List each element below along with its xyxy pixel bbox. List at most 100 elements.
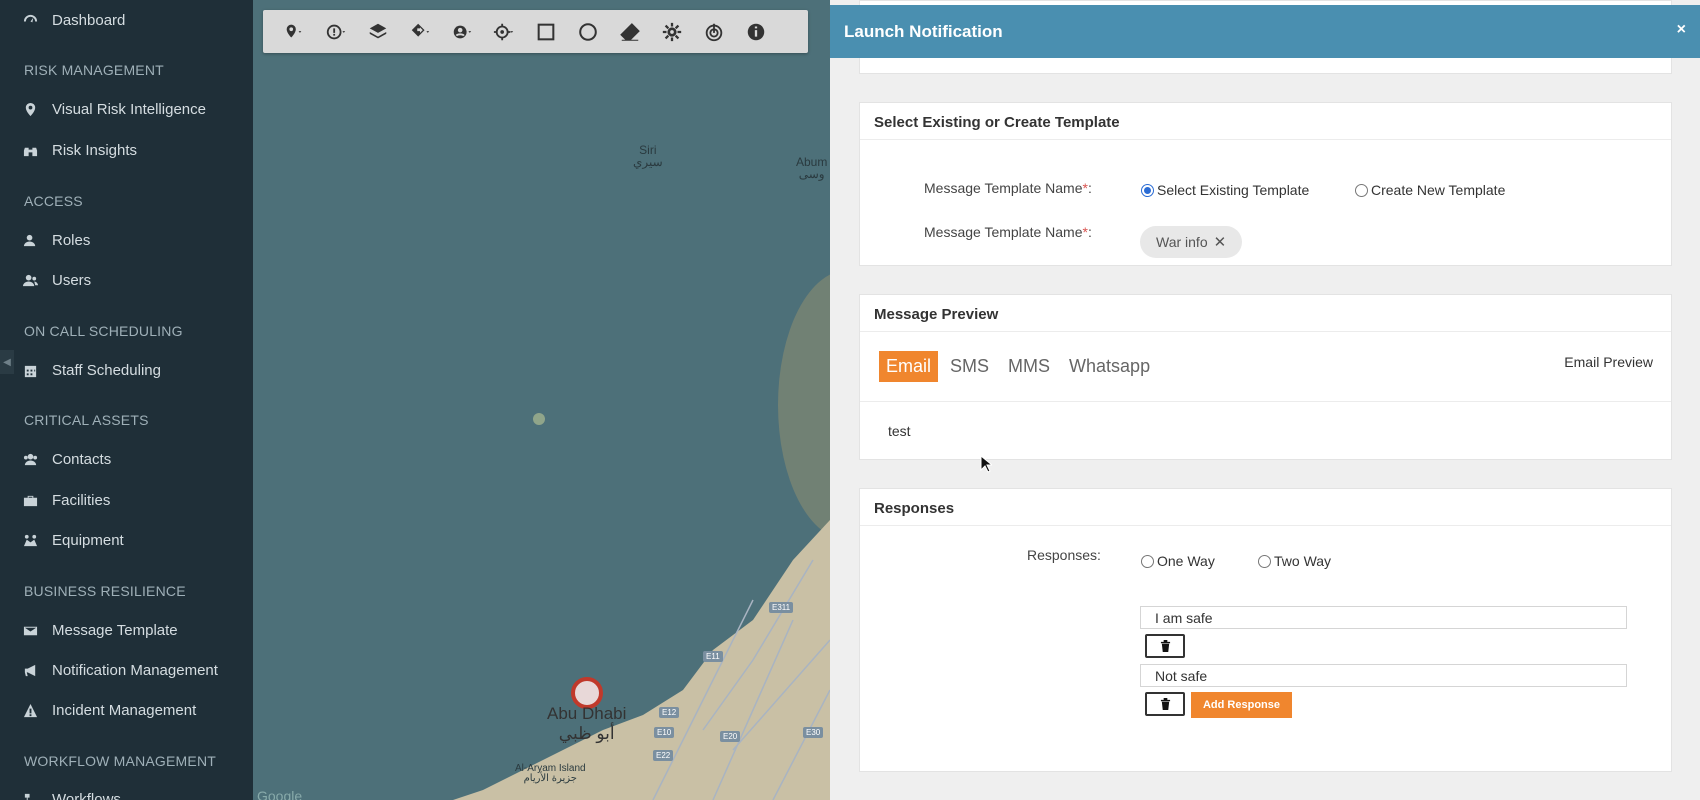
sidebar-item-staff-scheduling[interactable]: Staff Scheduling (22, 362, 161, 379)
eraser-icon (620, 22, 640, 41)
coastline (453, 520, 830, 800)
users-icon (22, 273, 38, 289)
modal-header: Launch Notification × (830, 5, 1700, 58)
sidebar-item-equipment[interactable]: Equipment (22, 532, 124, 549)
sidebar-item-facilities[interactable]: Facilities (22, 492, 110, 509)
marker-tool-button[interactable] (273, 10, 315, 53)
selected-template-chip[interactable]: War info ✕ (1140, 226, 1243, 258)
binoculars-icon (22, 143, 38, 159)
sidebar-item-label: Incident Management (52, 702, 197, 719)
bullhorn-icon (22, 663, 38, 679)
road-badge: E10 (654, 727, 675, 738)
sidebar-item-incident-management[interactable]: Incident Management (22, 702, 196, 719)
panel-heading: Message Preview (860, 295, 1671, 332)
tab-whatsapp[interactable]: Whatsapp (1062, 351, 1157, 382)
remove-chip-icon[interactable]: ✕ (1214, 233, 1227, 251)
alert-tool-button[interactable] (315, 10, 357, 53)
radar-button[interactable] (693, 10, 735, 53)
sidebar-item-notification-management[interactable]: Notification Management (22, 662, 218, 679)
create-new-template-radio[interactable]: Create New Template (1355, 182, 1505, 198)
email-preview-link[interactable]: Email Preview (1564, 354, 1653, 370)
preview-body: test (860, 401, 1671, 460)
tab-email[interactable]: Email (879, 351, 939, 382)
briefcase-icon (22, 493, 38, 509)
envelope-icon (22, 623, 38, 639)
mouse-cursor-icon (980, 455, 992, 473)
template-name-label: Message Template Name*: (924, 180, 1092, 196)
sidebar-item-roles[interactable]: Roles (22, 232, 90, 249)
draw-rectangle-button[interactable] (525, 10, 567, 53)
tab-mms[interactable]: MMS (1001, 351, 1057, 382)
sidebar-item-workflows[interactable]: Workflows (22, 791, 121, 800)
chevron-left-icon: ◀ (3, 356, 11, 368)
equipment-icon (22, 533, 38, 549)
layers-button[interactable] (357, 10, 399, 53)
launch-notification-modal: Launch Notification × Select Existing or… (830, 0, 1700, 800)
sidebar-item-label: Roles (52, 232, 91, 249)
sidebar-collapse-handle[interactable]: ◀ (0, 350, 14, 374)
sidebar-item-label: Dashboard (52, 12, 126, 29)
radio-unselected-icon (1258, 554, 1271, 568)
sidebar-item-label: Risk Insights (52, 142, 138, 159)
trash-icon (1160, 698, 1170, 710)
contacts-icon (22, 452, 38, 468)
sidebar-item-visual-risk-intelligence[interactable]: Visual Risk Intelligence (22, 101, 206, 118)
responses-label: Responses: (1027, 547, 1101, 563)
sidebar-item-label: Equipment (52, 532, 124, 549)
two-way-radio[interactable]: Two Way (1258, 553, 1331, 569)
person-tool-button[interactable] (441, 10, 483, 53)
close-icon[interactable]: × (1677, 21, 1686, 39)
road-badge: E311 (769, 602, 794, 613)
sidebar-item-users[interactable]: Users (22, 272, 91, 289)
directions-dropdown-icon (411, 23, 430, 37)
map-dot (533, 413, 545, 425)
draw-circle-button[interactable] (567, 10, 609, 53)
response-input[interactable] (1140, 606, 1627, 629)
responses-panel: Responses Responses: One Way Two Way Add… (859, 488, 1672, 772)
delete-response-button[interactable] (1145, 634, 1185, 658)
layers-icon (369, 23, 387, 38)
sidebar-item-label: Message Template (52, 622, 178, 639)
sidebar-section-title: CRITICAL ASSETS (24, 412, 149, 428)
panel-heading: Responses (860, 489, 1671, 526)
sidebar-item-label: Visual Risk Intelligence (52, 101, 206, 118)
sidebar-item-contacts[interactable]: Contacts (22, 451, 111, 468)
sidebar-item-label: Workflows (52, 791, 121, 800)
gear-icon (662, 22, 682, 41)
sidebar-section-title: ON CALL SCHEDULING (24, 323, 183, 339)
sidebar-item-dashboard[interactable]: Dashboard (22, 12, 125, 29)
tab-sms[interactable]: SMS (943, 351, 996, 382)
sidebar-section-title: ACCESS (24, 193, 83, 209)
map-label-abu-dhabi: Abu Dhabi أبو ظبي (547, 704, 627, 743)
sidebar-item-message-template[interactable]: Message Template (22, 622, 178, 639)
warning-icon (22, 703, 38, 719)
add-response-button[interactable]: Add Response (1191, 692, 1292, 718)
map-view[interactable]: E311 E11 E10 E22 E20 E30 E12 Siri سيري Ab… (253, 0, 830, 800)
template-panel: Select Existing or Create Template Messa… (859, 102, 1672, 266)
info-icon (747, 23, 765, 40)
map-marker-dropdown-icon (286, 24, 302, 37)
modal-title: Launch Notification (844, 22, 1003, 41)
circle-icon (579, 22, 597, 41)
delete-response-button[interactable] (1145, 692, 1185, 716)
sidebar-item-label: Notification Management (52, 662, 218, 679)
info-button[interactable] (735, 10, 777, 53)
road-badge: E20 (720, 731, 741, 742)
workflow-icon (22, 792, 38, 800)
map-marker-icon (22, 102, 38, 118)
eraser-button[interactable] (609, 10, 651, 53)
settings-button[interactable] (651, 10, 693, 53)
radar-icon (705, 23, 723, 41)
map-label-abu-musa: Abum وسى (796, 155, 828, 181)
select-existing-template-radio[interactable]: Select Existing Template (1141, 182, 1309, 198)
directions-tool-button[interactable] (399, 10, 441, 53)
one-way-radio[interactable]: One Way (1141, 553, 1215, 569)
response-input[interactable] (1140, 664, 1627, 687)
locate-tool-button[interactable] (483, 10, 525, 53)
sidebar-item-risk-insights[interactable]: Risk Insights (22, 142, 137, 159)
sidebar-section-title: RISK MANAGEMENT (24, 62, 164, 78)
alert-dropdown-icon (326, 24, 346, 39)
sidebar-item-label: Facilities (52, 492, 111, 509)
sidebar-item-label: Staff Scheduling (52, 362, 161, 379)
trash-icon (1160, 640, 1170, 652)
